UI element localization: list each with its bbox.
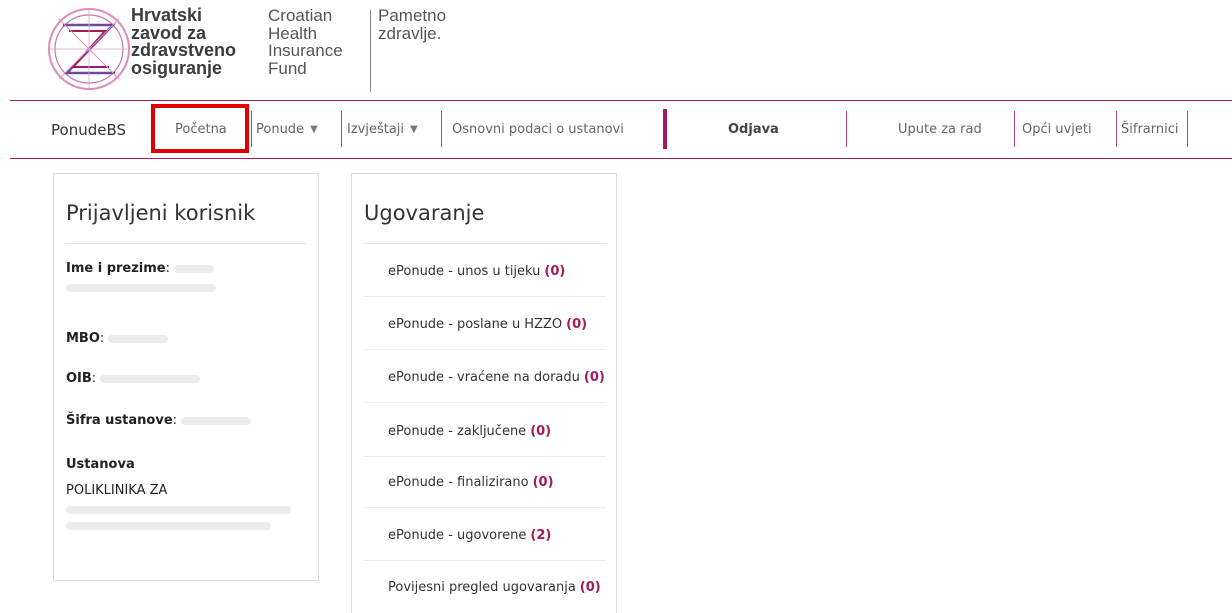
menu-povijesni-pregled[interactable]: Povijesni pregled ugovaranja (0)	[388, 580, 601, 595]
menu-eponude-unos[interactable]: ePonude - unos u tijeku (0)	[388, 264, 565, 279]
hzzo-logo-icon[interactable]	[45, 5, 133, 93]
menu-divider	[364, 296, 606, 297]
logo-text: Croatian	[268, 6, 333, 25]
caret-down-icon: ▼	[310, 124, 318, 135]
nav-odjava[interactable]: Odjava	[728, 101, 779, 158]
logo-name-croatian: Hrvatski zavod za zdravstveno osiguranje	[131, 5, 237, 78]
menu-eponude-zakljucene[interactable]: ePonude - zaključene (0)	[388, 424, 551, 439]
menu-divider	[364, 456, 606, 457]
field-mbo: MBO:	[66, 331, 169, 346]
menu-divider	[364, 507, 606, 508]
redacted-value	[174, 264, 215, 273]
logo-tagline: Pametno zdravlje.	[378, 7, 446, 42]
nav-divider	[1187, 111, 1188, 147]
panel-title: Prijavljeni korisnik	[66, 201, 256, 225]
redacted-value	[100, 374, 201, 383]
field-label: MBO	[66, 331, 100, 346]
field-ustanova-value: POLIKLINIKA ZA	[66, 483, 291, 530]
caret-down-icon: ▼	[410, 124, 418, 135]
count-badge: (0)	[544, 264, 566, 279]
nav-opci-uvjeti[interactable]: Opći uvjeti	[1022, 101, 1092, 158]
menu-divider	[364, 560, 606, 561]
nav-divider	[251, 111, 252, 147]
nav-izvjestaji-dropdown[interactable]: Izvještaji ▼	[347, 101, 418, 158]
menu-item-label: ePonude - zaključene	[388, 424, 527, 439]
menu-item-label: ePonude - poslane u HZZO	[388, 317, 563, 332]
count-badge: (0)	[566, 317, 588, 332]
nav-ponude-label: Ponude	[256, 122, 305, 137]
field-label: Ustanova	[66, 457, 135, 472]
menu-eponude-poslane[interactable]: ePonude - poslane u HZZO (0)	[388, 317, 587, 332]
nav-izvjestaji-label: Izvještaji	[347, 122, 405, 137]
count-badge: (0)	[530, 424, 552, 439]
panel-divider	[364, 243, 606, 244]
logo-text: Hrvatski	[131, 5, 203, 25]
nav-divider	[441, 111, 442, 147]
redacted-value	[108, 334, 169, 343]
navbar-brand[interactable]: PonudeBS	[51, 101, 126, 158]
nav-ponude-dropdown[interactable]: Ponude ▼	[256, 101, 318, 158]
field-ime-prezime: Ime i prezime:	[66, 261, 216, 292]
nav-osnovni-podaci[interactable]: Osnovni podaci o ustanovi	[452, 101, 624, 158]
field-oib: OIB:	[66, 371, 201, 386]
user-info-panel: Prijavljeni korisnik Ime i prezime: MBO:…	[53, 173, 319, 581]
count-badge: (2)	[530, 528, 552, 543]
logo-text: Health	[268, 23, 318, 43]
menu-item-label: ePonude - vraćene na doradu	[388, 370, 580, 385]
logo-text: Fund	[268, 58, 307, 78]
redacted-value	[181, 416, 252, 425]
nav-divider	[663, 109, 667, 149]
nav-upute-za-rad[interactable]: Upute za rad	[898, 101, 982, 158]
menu-divider	[364, 402, 606, 403]
institution-name: POLIKLINIKA ZA	[66, 483, 168, 498]
count-badge: (0)	[532, 475, 554, 490]
menu-eponude-ugovorene[interactable]: ePonude - ugovorene (2)	[388, 528, 551, 543]
tagline-text: zdravlje.	[378, 23, 442, 43]
nav-divider	[341, 111, 342, 147]
field-sifra-ustanove: Šifra ustanove:	[66, 413, 252, 428]
tagline-text: Pametno	[378, 6, 447, 25]
logo-text: osiguranje	[131, 57, 223, 78]
nav-divider	[1116, 111, 1117, 147]
contracting-panel: Ugovaranje ePonude - unos u tijeku (0) eP…	[351, 173, 617, 613]
menu-divider	[364, 349, 606, 350]
logo-divider	[370, 10, 371, 92]
field-label: OIB	[66, 371, 92, 386]
redacted-value	[66, 284, 216, 292]
menu-eponude-vracene[interactable]: ePonude - vraćene na doradu (0)	[388, 370, 605, 385]
field-label: Ime i prezime	[66, 261, 166, 276]
redacted-value	[66, 522, 271, 530]
panel-divider	[66, 243, 306, 244]
main-navbar: PonudeBS Početna Ponude ▼ Izvještaji ▼ O…	[10, 100, 1232, 159]
redacted-value	[66, 506, 291, 514]
site-header: Hrvatski zavod za zdravstveno osiguranje…	[0, 0, 1232, 100]
count-badge: (0)	[583, 370, 605, 385]
menu-item-label: ePonude - ugovorene	[388, 528, 527, 543]
menu-eponude-finalizirano[interactable]: ePonude - finalizirano (0)	[388, 475, 554, 490]
nav-pocetna[interactable]: Početna	[175, 101, 227, 158]
menu-item-label: Povijesni pregled ugovaranja	[388, 580, 576, 595]
logo-text: zdravstveno	[131, 40, 237, 60]
nav-divider	[846, 111, 847, 147]
logo-name-english: Croatian Health Insurance Fund	[268, 7, 343, 77]
count-badge: (0)	[579, 580, 601, 595]
panel-title: Ugovaranje	[364, 201, 485, 225]
menu-item-label: ePonude - unos u tijeku	[388, 264, 541, 279]
nav-divider	[1014, 111, 1015, 147]
field-label: Šifra ustanove	[66, 413, 173, 428]
nav-sifrarnici[interactable]: Šifrarnici	[1121, 101, 1178, 158]
menu-item-label: ePonude - finalizirano	[388, 475, 529, 490]
logo-text: Insurance	[268, 41, 343, 60]
field-ustanova: Ustanova	[66, 457, 135, 472]
